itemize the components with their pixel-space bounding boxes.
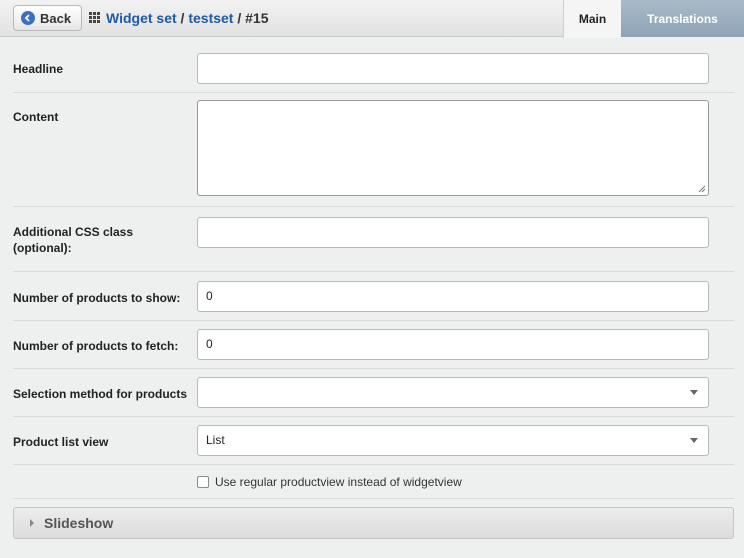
products-fetch-row: Number of products to fetch: 0: [13, 321, 734, 369]
breadcrumb-widget-set[interactable]: Widget set: [106, 10, 177, 26]
content-row: Content: [13, 93, 734, 207]
chevron-down-icon: [690, 390, 698, 395]
products-fetch-input[interactable]: 0: [197, 329, 709, 360]
css-class-row: Additional CSS class (optional):: [13, 207, 734, 272]
products-fetch-label: Number of products to fetch:: [13, 339, 179, 353]
breadcrumb-separator: /: [233, 10, 246, 26]
back-button-label: Back: [40, 10, 72, 26]
resize-grip-icon[interactable]: [698, 185, 706, 193]
regular-view-option[interactable]: Use regular productview instead of widge…: [197, 475, 462, 489]
products-show-row: Number of products to show: 0: [13, 272, 734, 321]
arrow-left-circle-icon: [21, 11, 35, 25]
chevron-down-icon: [690, 438, 698, 443]
products-show-label: Number of products to show:: [13, 291, 181, 305]
list-view-value: List: [206, 433, 225, 447]
selection-method-label: Selection method for products: [13, 387, 188, 401]
tab-main[interactable]: Main: [563, 0, 621, 38]
regular-view-checkbox[interactable]: [197, 476, 209, 488]
selection-method-select[interactable]: [197, 377, 709, 408]
css-class-label-line2: (optional):: [13, 241, 72, 255]
selection-method-row: Selection method for products: [13, 369, 734, 417]
breadcrumb-testset[interactable]: testset: [188, 10, 233, 26]
regular-view-label: Use regular productview instead of widge…: [215, 475, 462, 489]
slideshow-panel-header[interactable]: Slideshow: [13, 507, 734, 539]
products-show-input[interactable]: 0: [197, 281, 709, 312]
headline-row: Headline: [13, 37, 734, 93]
content-label: Content: [13, 110, 59, 124]
top-bar: Back Widget set / testset / #15 Main Tra…: [0, 0, 744, 38]
list-view-label: Product list view: [13, 435, 109, 449]
tab-translations[interactable]: Translations: [621, 0, 744, 37]
slideshow-panel-title: Slideshow: [44, 515, 114, 531]
css-class-input[interactable]: [197, 217, 709, 248]
grid-icon: [89, 12, 100, 23]
back-button[interactable]: Back: [13, 5, 82, 31]
breadcrumb: Widget set / testset / #15: [106, 10, 269, 26]
breadcrumb-current: #15: [245, 10, 269, 26]
breadcrumb-separator: /: [176, 10, 189, 26]
css-class-label: Additional CSS class (optional):: [13, 224, 193, 256]
chevron-right-icon: [30, 519, 34, 527]
list-view-row: Product list view List: [13, 417, 734, 465]
headline-input[interactable]: [197, 53, 709, 84]
content-textarea[interactable]: [197, 100, 709, 196]
headline-label: Headline: [13, 62, 64, 76]
css-class-label-line1: Additional CSS class: [13, 225, 134, 239]
list-view-select[interactable]: List: [197, 425, 709, 456]
